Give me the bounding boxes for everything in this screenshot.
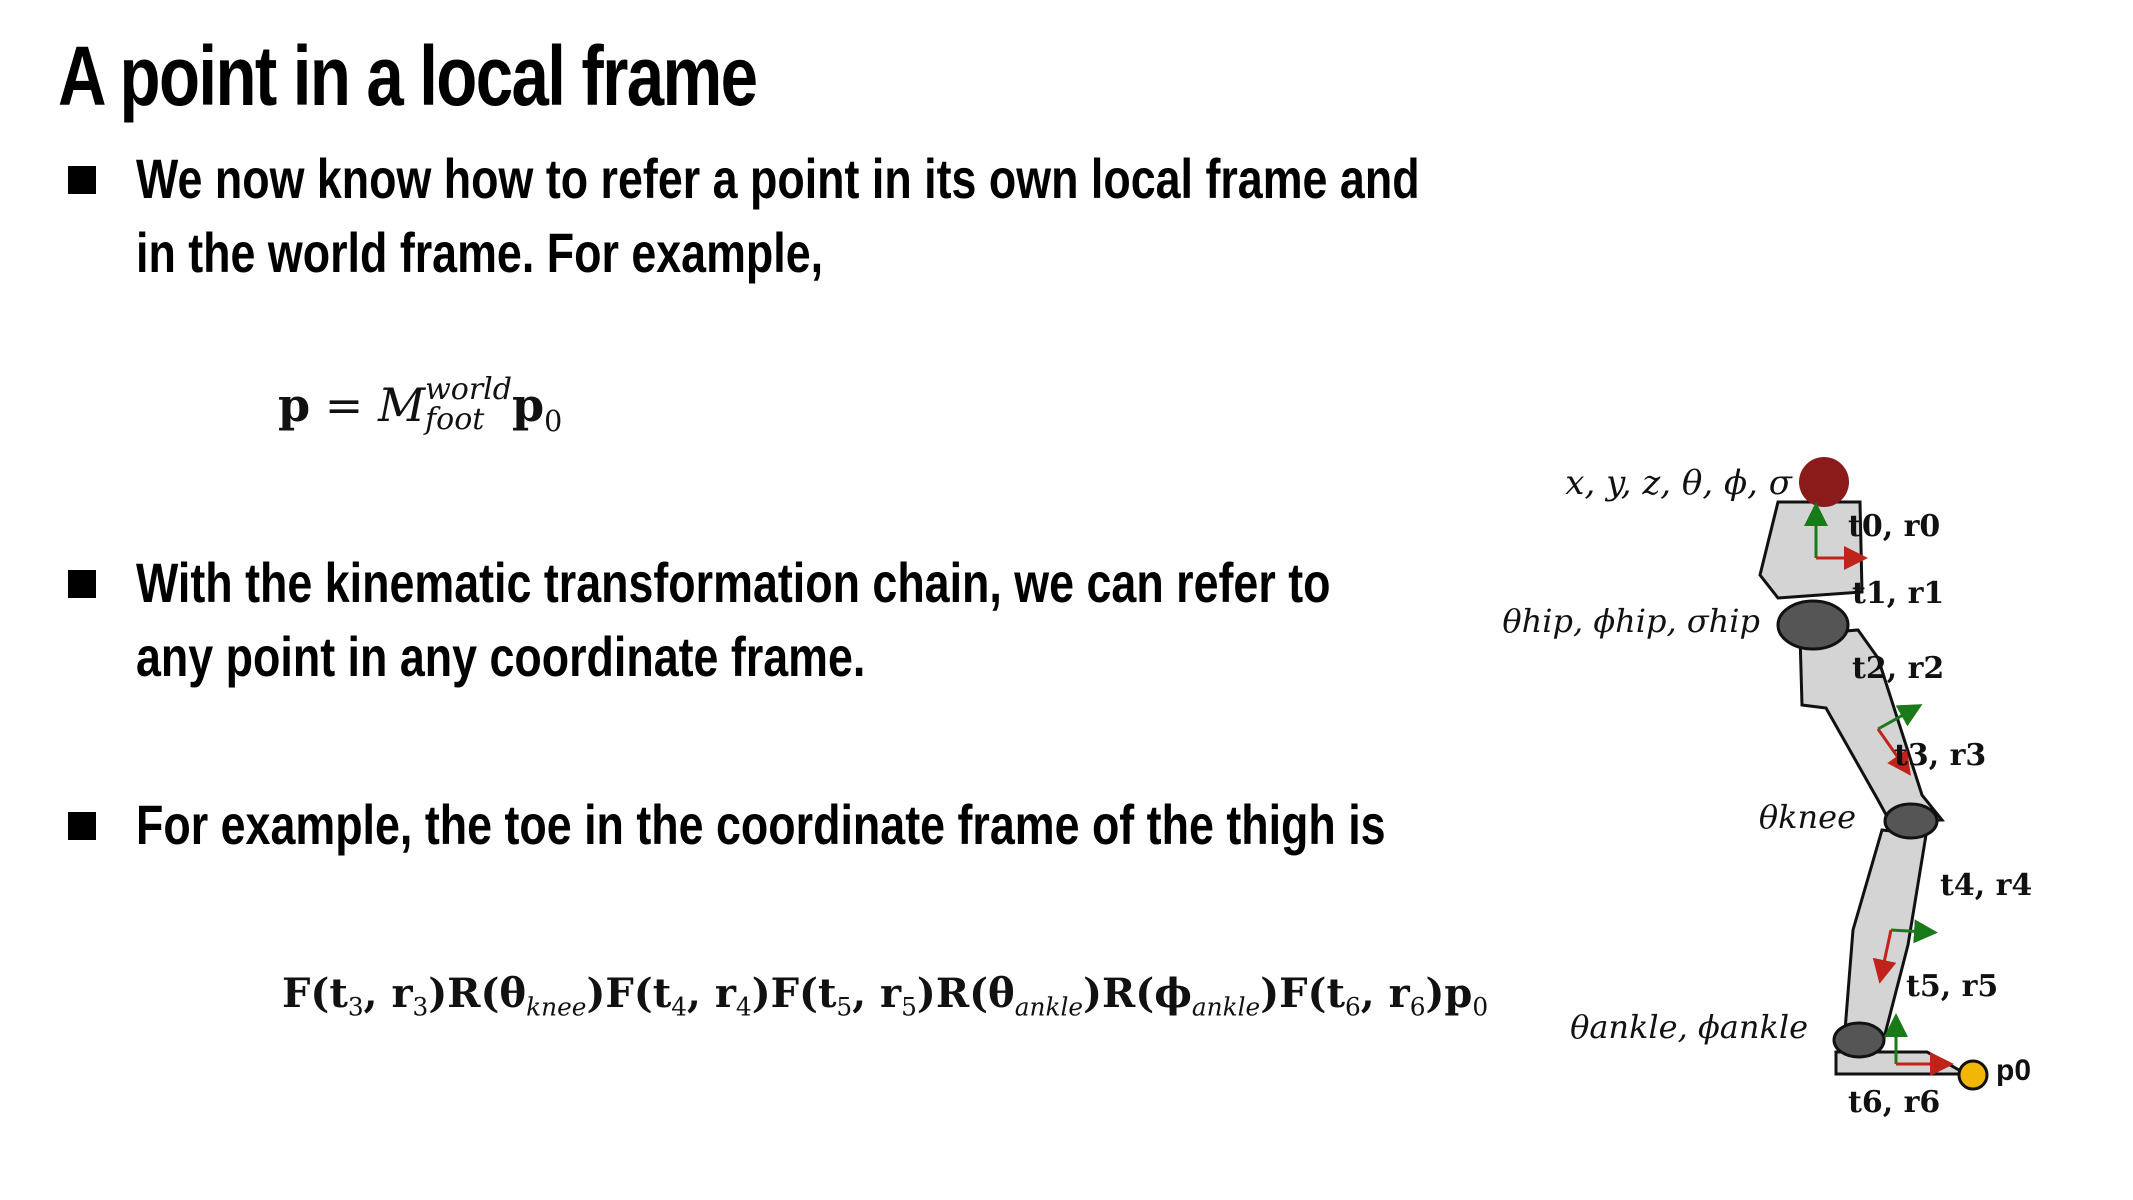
bullet-2-line-1: With the kinematic transformation chain,…: [136, 551, 1331, 614]
formula-p0-index: 0: [544, 404, 563, 438]
frame-label-0: t0, r0: [1848, 509, 1940, 544]
formula-superscript: world: [425, 372, 512, 407]
bullet-marker: [68, 166, 96, 194]
formula-world-foot: p = Mworld foot p0: [278, 372, 563, 439]
chain-sub: knee: [526, 992, 587, 1022]
frame-label-3: t3, r3: [1894, 738, 1986, 773]
chain-part: )F(t: [586, 970, 672, 1017]
formula-p0: p: [511, 378, 545, 432]
chain-part: , r: [1360, 970, 1410, 1017]
chain-sub: 6: [1409, 992, 1426, 1022]
bullet-3-line-1: For example, the toe in the coordinate f…: [136, 793, 1386, 856]
chain-part: )F(t: [1260, 970, 1345, 1017]
chain-sub: 4: [735, 992, 752, 1022]
chain-part: )p: [1425, 970, 1473, 1017]
chain-part: , r: [852, 970, 902, 1017]
hip-joint: [1776, 599, 1850, 651]
chain-part: )R(θ: [428, 970, 527, 1017]
knee-joint: [1883, 802, 1939, 840]
formula-p: p: [278, 378, 311, 432]
bullet-marker: [68, 812, 96, 840]
root-joint: [1799, 457, 1849, 507]
chain-sub: 6: [1344, 992, 1361, 1022]
chain-sub: 5: [901, 992, 917, 1022]
chain-sub: 5: [836, 992, 853, 1022]
knee-dof-label: θknee: [1759, 798, 1856, 836]
frame-label-4: t4, r4: [1940, 868, 2032, 903]
slide-title: A point in a local frame: [58, 29, 758, 123]
chain-part: F(t: [282, 970, 348, 1017]
bullet-marker: [68, 570, 96, 598]
bullet-1-line-1: We now know how to refer a point in its …: [136, 147, 1420, 210]
frame-label-5: t5, r5: [1906, 969, 1998, 1004]
formula-equals: =: [324, 378, 364, 432]
point-label: p0: [1996, 1054, 2031, 1087]
chain-sub: ankle: [1191, 992, 1261, 1022]
chain-sub: 4: [671, 992, 687, 1022]
leg-kinematic-diagram: x, y, z, θ, ϕ, σ θhip, ϕhip, σhip θknee …: [1502, 457, 2032, 1120]
formula-kinematic-chain: F(t3, r3)R(θknee)F(t4, r4)F(t5, r5)R(θan…: [282, 970, 1488, 1022]
chain-part: )R(ϕ: [1083, 970, 1192, 1017]
chain-part: )R(θ: [916, 970, 1015, 1017]
ankle-joint: [1832, 1021, 1886, 1059]
chain-part: )F(t: [751, 970, 837, 1017]
formula-M: M: [377, 378, 426, 432]
chain-part: , r: [686, 970, 736, 1017]
chain-sub: ankle: [1014, 992, 1084, 1022]
toe-point: [1957, 1059, 1989, 1091]
pelvis-segment: [1758, 500, 1864, 600]
frame-label-6: t6, r6: [1848, 1085, 1940, 1120]
frame-label-1: t1, r1: [1852, 576, 1944, 611]
root-dof-label: x, y, z, θ, ϕ, σ: [1565, 463, 1793, 503]
ankle-dof-label: θankle, ϕankle: [1570, 1008, 1808, 1046]
bullet-2-line-2: any point in any coordinate frame.: [136, 625, 866, 688]
frame-label-2: t2, r2: [1852, 651, 1944, 686]
formula-subscript: foot: [425, 402, 485, 437]
shin-segment: [1842, 828, 1928, 1045]
chain-sub: 3: [412, 992, 429, 1022]
slide: A point in a local frame We now know how…: [0, 0, 2133, 1200]
bullet-1-line-2: in the world frame. For example,: [136, 221, 824, 284]
axis-green-5: [1890, 919, 1938, 944]
chain-sub: 3: [347, 992, 364, 1022]
hip-dof-label: θhip, ϕhip, σhip: [1502, 602, 1760, 640]
chain-part: , r: [363, 970, 413, 1017]
